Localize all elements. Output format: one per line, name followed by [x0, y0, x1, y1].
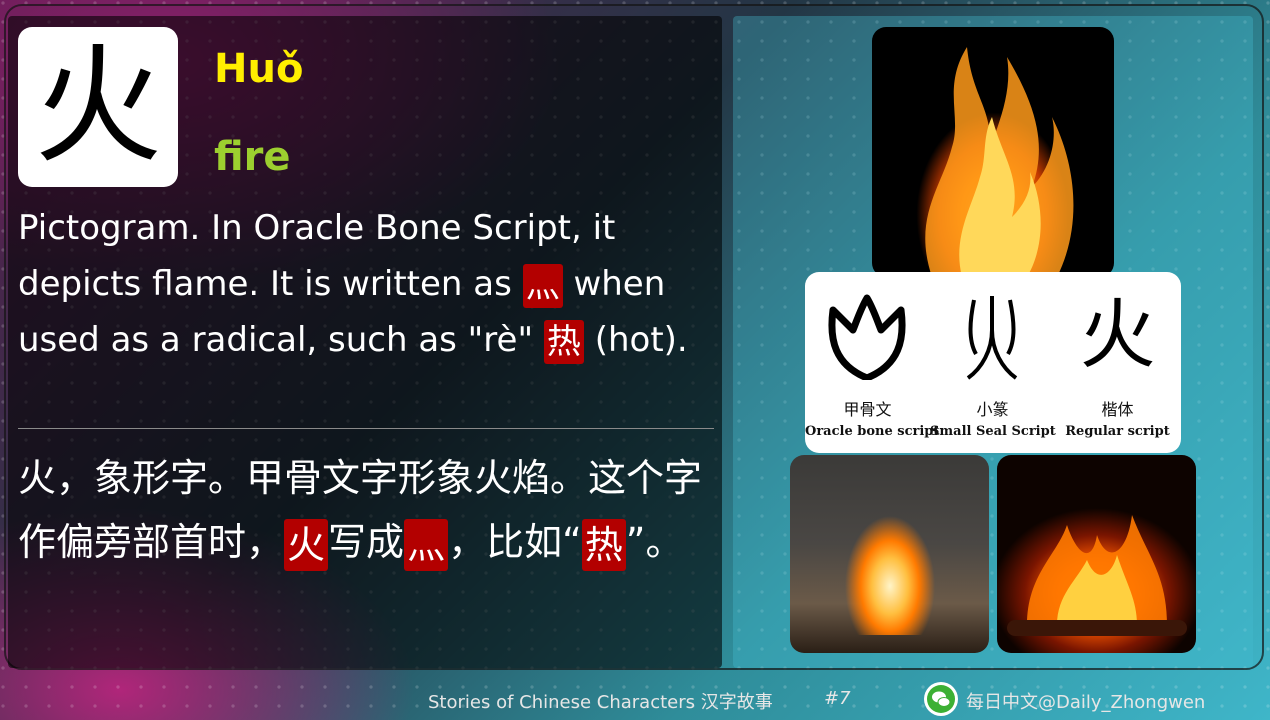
character-tile: 火 [18, 27, 178, 187]
bonfire-photo [790, 455, 989, 653]
zh-highlight-huo: 火 [284, 518, 329, 571]
divider [18, 428, 714, 429]
flame-illustration [925, 47, 1074, 277]
zh-desc-part2: 写成 [328, 520, 405, 564]
wechat-icon [924, 682, 958, 716]
regular-script-glyph: 火 [1079, 290, 1156, 379]
chat-bubble-icon [932, 691, 951, 707]
script-regular: 火 楷体 Regular script [1055, 272, 1180, 453]
chinese-description: 火，象形字。甲骨文字形象火焰。这个字作偏旁部首时，火写成灬，比如“热”。 [18, 446, 718, 574]
social-handle: 每日中文@Daily_Zhongwen [966, 692, 1206, 713]
script-en-label: Regular script [1065, 424, 1170, 439]
oracle-bone-fire-glyph-icon [828, 294, 906, 380]
zh-highlight-re: 热 [581, 518, 626, 571]
main-character: 火 [33, 32, 162, 181]
script-zh-label: 甲骨文 [843, 400, 892, 419]
fireplace-photo [997, 455, 1196, 653]
wechat-icon-inner [927, 685, 955, 713]
pinyin: Huǒ [214, 46, 304, 92]
script-zh-label: 小篆 [976, 400, 1009, 419]
script-zh-label: 楷体 [1101, 400, 1134, 419]
example-char-highlight: 热 [543, 319, 584, 364]
fire-photo-large [872, 27, 1114, 277]
zh-desc-part4: ”。 [625, 520, 684, 564]
bonfire-flame [840, 495, 940, 635]
episode-number: #7 [824, 688, 851, 709]
script-oracle-bone: 甲骨文 Oracle bone script [805, 272, 940, 453]
zh-highlight-radical: 灬 [404, 518, 449, 571]
script-small-seal: 小篆 Small Seal Script [930, 272, 1056, 453]
zh-desc-part3: ，比如“ [448, 520, 582, 564]
script-en-label: Small Seal Script [930, 424, 1056, 439]
en-desc-part3: (hot). [583, 320, 688, 360]
script-evolution-card: 甲骨文 Oracle bone script 小篆 Small Seal Scr… [805, 272, 1181, 453]
english-meaning: fire [214, 134, 291, 180]
english-description: Pictogram. In Oracle Bone Script, it dep… [18, 200, 718, 368]
small-seal-fire-glyph-icon [966, 296, 1018, 380]
series-title: Stories of Chinese Characters 汉字故事 [428, 692, 773, 713]
radical-highlight: 灬 [522, 263, 563, 308]
fireplace-flames-illustration [1007, 515, 1187, 636]
script-en-label: Oracle bone script [805, 424, 940, 439]
